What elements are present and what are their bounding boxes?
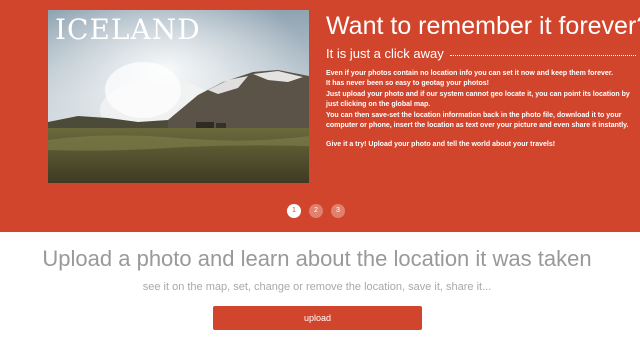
dotted-divider <box>449 55 636 56</box>
description-paragraph: It has never been so easy to geotag your… <box>326 80 489 88</box>
hero-subheadline-row: It is just a click away <box>326 46 636 62</box>
hero-description: Even if your photos contain no location … <box>326 69 634 151</box>
upload-button[interactable]: upload <box>213 306 422 330</box>
description-paragraph: You can then save-set the location infor… <box>326 111 629 130</box>
upload-section-subtitle: see it on the map, set, change or remove… <box>142 281 492 293</box>
photo-title: ICELAND <box>55 13 201 46</box>
hero-headline: Want to remember it forever? <box>326 12 640 40</box>
description-call-to-action: Give it a try! Upload your photo and tel… <box>326 141 556 149</box>
pager-dot-2[interactable]: 2 <box>309 204 323 218</box>
hero-photo: ICELAND <box>48 10 309 183</box>
pager-dot-1[interactable]: 1 <box>287 204 301 218</box>
description-paragraph: Just upload your photo and if our system… <box>326 90 630 109</box>
hero-banner: ICELAND Want to remember it forever? It … <box>0 0 640 232</box>
description-paragraph: Even if your photos contain no location … <box>326 70 614 77</box>
hero-subheadline: It is just a click away <box>326 46 444 61</box>
slide-pager: 1 2 3 <box>287 204 345 218</box>
upload-section-title: Upload a photo and learn about the locat… <box>42 246 592 271</box>
pager-dot-3[interactable]: 3 <box>331 204 345 218</box>
